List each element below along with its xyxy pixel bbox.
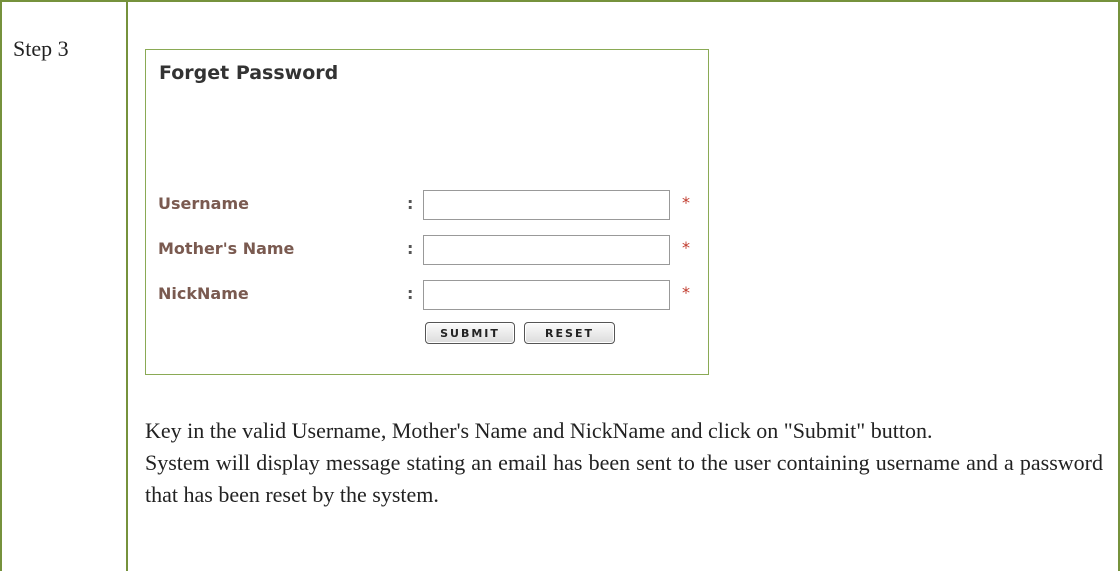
table-border-top — [0, 0, 1120, 2]
mothers-name-row: Mother's Name : * — [146, 235, 710, 265]
forget-password-form: Forget Password Username : * Mother's Na… — [145, 49, 709, 375]
username-label: Username — [158, 194, 249, 213]
reset-button[interactable]: RESET — [524, 322, 615, 344]
username-colon: : — [407, 194, 414, 213]
form-title: Forget Password — [159, 62, 339, 84]
mothers-name-input[interactable] — [423, 235, 670, 265]
instructions-text: Key in the valid Username, Mother's Name… — [145, 415, 1103, 511]
instruction-paragraph: System will display message stating an e… — [145, 450, 1103, 507]
nickname-colon: : — [407, 284, 414, 303]
submit-button[interactable]: SUBMIT — [425, 322, 515, 344]
nickname-required-mark: * — [682, 283, 690, 302]
mothers-name-required-mark: * — [682, 238, 690, 257]
table-column-divider — [126, 0, 128, 571]
mothers-name-label: Mother's Name — [158, 239, 295, 258]
username-required-mark: * — [682, 193, 690, 212]
instruction-paragraph: Key in the valid Username, Mother's Name… — [145, 418, 933, 443]
username-row: Username : * — [146, 190, 710, 220]
table-border-left — [0, 0, 2, 571]
mothers-name-colon: : — [407, 239, 414, 258]
document-table: Step 3 Forget Password Username : * Moth… — [0, 0, 1120, 571]
step-label: Step 3 — [13, 36, 69, 61]
nickname-row: NickName : * — [146, 280, 710, 310]
username-input[interactable] — [423, 190, 670, 220]
nickname-label: NickName — [158, 284, 249, 303]
nickname-input[interactable] — [423, 280, 670, 310]
